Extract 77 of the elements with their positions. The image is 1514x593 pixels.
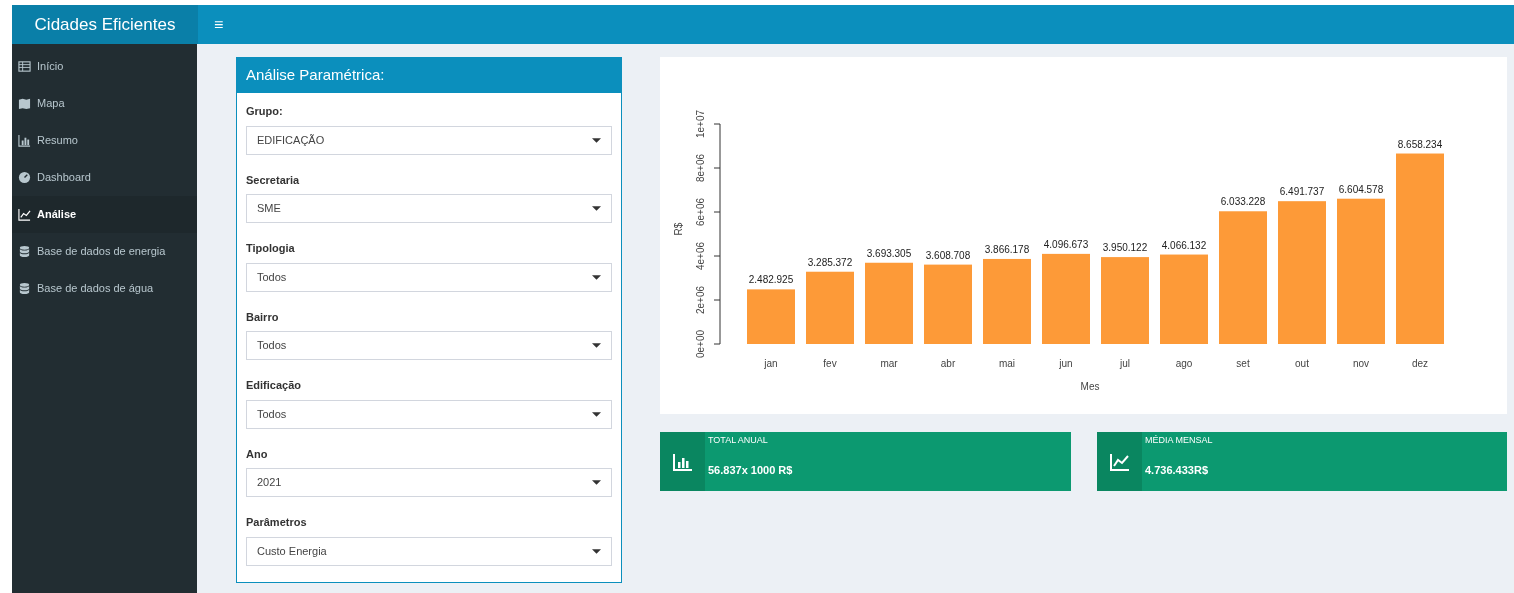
info-box-label: TOTAL ANUAL (708, 434, 769, 447)
select-field[interactable]: EDIFICAÇÃO (246, 125, 612, 155)
bar-value-label: 6.491.737 (1279, 186, 1325, 198)
select-field[interactable]: Todos (246, 262, 612, 292)
info-box-value: 56.837x 1000 R$ (708, 462, 793, 478)
sidebar-item[interactable]: Base de dados de água (12, 270, 197, 307)
sidebar-item[interactable]: Base de dados de energia (12, 233, 197, 270)
field-label: Ano (246, 446, 269, 462)
x-tick-label: mai (998, 358, 1016, 369)
map-icon (18, 97, 31, 110)
bar-value-label: 3.950.122 (1102, 242, 1148, 254)
panel-title: Análise Paramétrica: (246, 65, 385, 86)
select-field[interactable]: Todos (246, 331, 612, 360)
info-box-value: 4.736.433R$ (1145, 462, 1209, 478)
x-tick-label: set (1236, 358, 1250, 369)
caret-icon (592, 137, 601, 143)
y-tick-label: 8e+06 (695, 153, 706, 183)
bar-chart-icon (672, 452, 693, 471)
y-tick-label: 2e+06 (695, 285, 706, 315)
info-box-label: MÉDIA MENSAL (1145, 434, 1213, 447)
sidebar-item[interactable]: Resumo (12, 122, 197, 159)
bar-value-label: 3.866.178 (984, 243, 1030, 255)
table-icon (18, 60, 31, 73)
x-tick-label: nov (1352, 358, 1370, 369)
x-tick-label: dez (1411, 358, 1429, 369)
field-label: Edificação (246, 378, 303, 393)
caret-icon (592, 411, 601, 417)
bar-value-label: 4.066.132 (1161, 239, 1207, 251)
field-label: Secretaria (246, 172, 301, 188)
x-tick-label: abr (940, 358, 956, 369)
sidebar-item[interactable]: Mapa (12, 85, 197, 122)
sidebar-item[interactable]: Dashboard (12, 159, 197, 196)
menu-button[interactable]: ≡ (210, 12, 228, 37)
field-label: Bairro (246, 309, 280, 325)
line-chart-icon (1109, 452, 1130, 471)
x-tick-label: out (1295, 358, 1309, 369)
database-icon (18, 282, 31, 295)
x-axis-label: Mes (1080, 381, 1100, 392)
bar-value-label: 6.604.578 (1338, 183, 1384, 195)
bar-value-label: 2.482.925 (748, 274, 794, 286)
caret-icon (592, 206, 601, 211)
field-label: Tipologia (246, 241, 296, 256)
caret-icon (592, 548, 601, 554)
caret-icon (592, 343, 601, 348)
bar-value-label: 4.096.673 (1043, 238, 1089, 250)
bar-value-label: 6.033.228 (1220, 196, 1266, 208)
y-tick-label: 4e+06 (695, 241, 706, 271)
x-tick-label: mar (880, 358, 898, 369)
bar-value-label: 3.693.305 (866, 247, 912, 259)
sidebar-item[interactable]: Início (12, 48, 197, 85)
select-field[interactable]: SME (246, 194, 612, 223)
line-chart-icon (18, 208, 31, 221)
bar-chart-icon (18, 134, 31, 147)
x-tick-label: fev (823, 358, 837, 369)
select-field[interactable]: Custo Energia (246, 536, 612, 566)
y-axis-label: R$ (673, 222, 684, 236)
x-tick-label: jan (764, 358, 778, 369)
bar-value-label: 8.658.234 (1397, 138, 1443, 150)
bar-value-label: 3.285.372 (807, 256, 853, 268)
bar-value-label: 3.608.708 (925, 249, 971, 261)
select-field[interactable]: Todos (246, 399, 612, 429)
x-tick-label: jul (1120, 358, 1130, 369)
x-tick-label: ago (1175, 358, 1193, 369)
field-label: Parâmetros (246, 515, 308, 530)
app-title[interactable]: Cidades Eficientes (34, 11, 176, 38)
bar (747, 289, 795, 344)
caret-icon (592, 274, 601, 280)
field-label: Grupo: (246, 104, 284, 119)
caret-icon (592, 480, 601, 485)
database-icon (18, 245, 31, 258)
y-tick-label: 0e+00 (695, 329, 706, 359)
y-tick-label: 1e+07 (695, 109, 706, 139)
y-tick-label: 6e+06 (695, 197, 706, 227)
x-tick-label: jun (1059, 358, 1073, 369)
sidebar-item[interactable]: Análise (12, 196, 197, 233)
select-field[interactable]: 2021 (246, 468, 612, 497)
gauge-icon (18, 171, 31, 184)
